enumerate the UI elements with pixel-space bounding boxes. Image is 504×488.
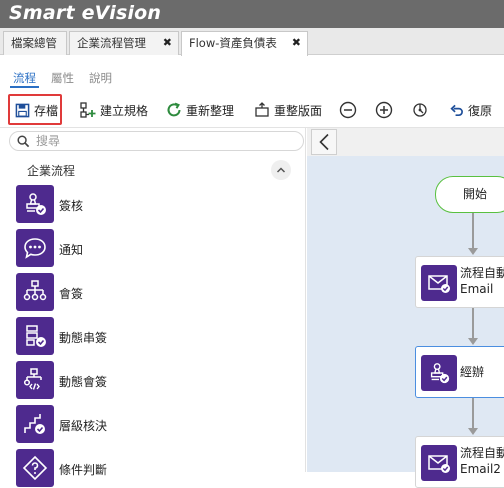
flow-node-email2[interactable]: 流程自動 Email2 (415, 436, 504, 488)
node-label: 經辦 (460, 365, 485, 379)
countersign-tree-icon (16, 273, 54, 311)
chat-bubble-icon (16, 229, 54, 267)
title-bar: Smart eVision (0, 0, 504, 28)
tab-label: 檔案總管 (11, 36, 57, 50)
flow-canvas[interactable]: 開始 流程自動 Email 經辦 流程自動 Email2 (307, 128, 504, 488)
create-spec-button[interactable]: 建立規格 (80, 98, 148, 122)
auto-layout-icon (413, 103, 427, 117)
palette-item-dynamic-serial[interactable]: 動態串簽 (16, 317, 296, 355)
search-box[interactable] (9, 131, 304, 151)
app-title: Smart eVision (9, 2, 162, 24)
condition-diamond-icon (16, 449, 54, 487)
create-spec-icon (80, 102, 96, 118)
collapse-panel-button[interactable] (311, 129, 337, 155)
chevron-left-icon (319, 133, 329, 151)
palette-item-label: 層級核決 (59, 419, 108, 433)
close-icon[interactable]: ✖ (292, 32, 301, 54)
canvas-header (307, 128, 504, 156)
search-input[interactable] (36, 133, 296, 149)
palette-item-countersign[interactable]: 會簽 (16, 273, 296, 311)
auto-layout-button[interactable] (412, 98, 432, 122)
node-label-line1: 流程自動 (460, 446, 504, 460)
fit-page-button[interactable]: 重整版面 (254, 98, 322, 122)
arrow-down-icon (468, 428, 478, 435)
zoom-out-button[interactable] (339, 98, 361, 122)
palette-sidebar: 企業流程 簽核 通知 (0, 128, 306, 487)
flow-connector (472, 308, 474, 340)
active-subtab-indicator (10, 86, 39, 88)
flow-node-handler[interactable]: 經辦 (415, 346, 504, 398)
tab-label: 企業流程管理 (77, 36, 146, 50)
close-icon[interactable]: ✖ (163, 32, 172, 54)
chevron-up-icon (276, 167, 286, 173)
tab-label: Flow-資產負債表 (189, 36, 277, 50)
undo-icon (450, 104, 463, 116)
create-spec-label: 建立規格 (100, 103, 149, 118)
approve-stamp-icon (16, 185, 54, 223)
dynamic-serial-sign-icon (16, 317, 54, 355)
palette-item-label: 動態會簽 (59, 375, 108, 389)
search-icon (17, 135, 30, 148)
palette-item-label: 條件判斷 (59, 463, 108, 477)
start-node[interactable]: 開始 (435, 176, 504, 213)
fit-page-icon (255, 102, 269, 117)
reorganize-button[interactable]: 重新整理 (166, 98, 234, 122)
palette-group-label: 企業流程 (27, 164, 76, 178)
arrow-down-icon (468, 338, 478, 345)
document-tabbar: 檔案總管 企業流程管理 ✖ Flow-資產負債表 ✖ (0, 28, 504, 56)
email-icon (421, 445, 457, 481)
toolbar: 存檔 建立規格 重新整理 重整版面 復原 (0, 92, 504, 128)
palette-item-approve[interactable]: 簽核 (16, 185, 296, 223)
palette-item-dynamic-countersign[interactable]: 動態會簽 (16, 361, 296, 399)
email-icon (421, 265, 457, 301)
palette-item-label: 會簽 (59, 287, 84, 301)
node-label-line2: Email2 (460, 462, 501, 476)
refresh-icon (167, 102, 181, 117)
node-label-line1: 流程自動 (460, 266, 504, 280)
node-label: 流程自動 Email2 (460, 445, 504, 477)
level-approval-icon (16, 405, 54, 443)
palette-item-level-approval[interactable]: 層級核決 (16, 405, 296, 443)
subtabs: 流程 屬性 說明 (0, 56, 504, 90)
palette-item-label: 通知 (59, 243, 84, 257)
subtab-description[interactable]: 說明 (89, 70, 112, 86)
fit-page-label: 重整版面 (274, 103, 323, 118)
subtab-properties[interactable]: 屬性 (51, 70, 74, 86)
tab-flow-balance-sheet[interactable]: Flow-資產負債表 ✖ (181, 31, 308, 56)
save-highlight-box (8, 94, 62, 125)
zoom-in-button[interactable] (375, 98, 397, 122)
flow-node-email[interactable]: 流程自動 Email (415, 256, 504, 308)
subtab-flow[interactable]: 流程 (13, 70, 36, 86)
palette-item-label: 動態串簽 (59, 331, 108, 345)
approve-stamp-icon (421, 355, 457, 391)
undo-button[interactable]: 復原 (449, 98, 492, 122)
flow-connector (472, 398, 474, 430)
dynamic-countersign-icon (16, 361, 54, 399)
palette-item-condition[interactable]: 條件判斷 (16, 449, 296, 487)
flow-diagram: 開始 流程自動 Email 經辦 流程自動 Email2 (307, 156, 504, 488)
reorganize-label: 重新整理 (186, 103, 235, 118)
tab-file-explorer[interactable]: 檔案總管 (3, 31, 67, 55)
flow-connector (472, 213, 474, 249)
node-label-line2: Email (460, 282, 494, 296)
palette-item-notify[interactable]: 通知 (16, 229, 296, 267)
undo-label: 復原 (468, 103, 493, 118)
node-label: 流程自動 Email (460, 265, 504, 297)
zoom-in-icon (375, 101, 393, 119)
zoom-out-icon (339, 101, 357, 119)
arrow-down-icon (468, 248, 478, 255)
palette-item-label: 簽核 (59, 199, 84, 213)
collapse-button[interactable] (271, 160, 291, 180)
tab-bpm[interactable]: 企業流程管理 ✖ (69, 31, 179, 55)
